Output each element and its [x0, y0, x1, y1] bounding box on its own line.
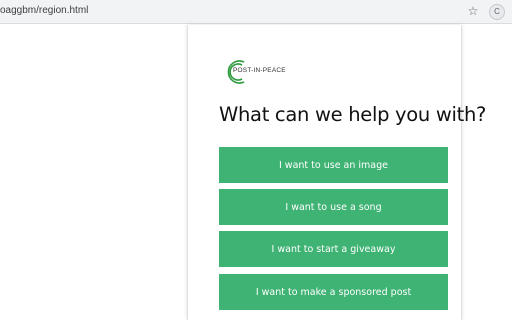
extension-popup: POST-IN-PEACE What can we help you with?…	[187, 25, 486, 320]
sponsored-post-button[interactable]: I want to make a sponsored post	[219, 274, 448, 310]
address-bar-url[interactable]: oaggbm/region.html	[0, 5, 88, 16]
page-title: What can we help you with?	[219, 103, 487, 126]
star-icon[interactable]: ☆	[466, 3, 480, 19]
browser-toolbar: oaggbm/region.html ☆ C	[0, 0, 512, 24]
use-image-button[interactable]: I want to use an image	[219, 147, 448, 183]
page-background	[0, 25, 187, 320]
extension-icon[interactable]: C	[489, 4, 505, 20]
logo-text: POST-IN-PEACE	[233, 67, 286, 74]
use-song-button[interactable]: I want to use a song	[219, 189, 448, 225]
start-giveaway-button[interactable]: I want to start a giveaway	[219, 231, 448, 267]
logo: POST-IN-PEACE	[223, 57, 313, 87]
